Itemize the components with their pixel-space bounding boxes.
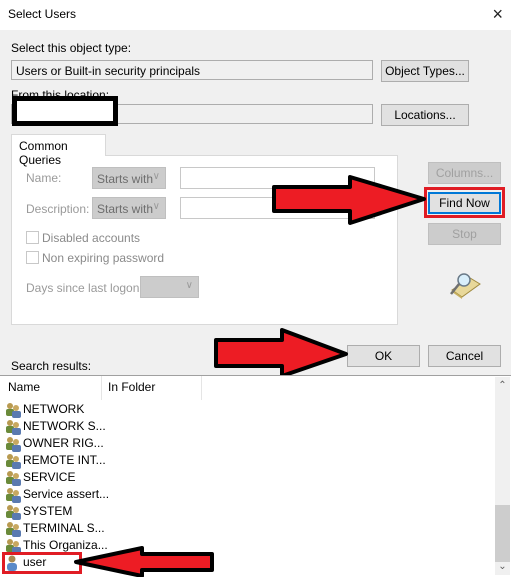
name-mode-value: Starts with <box>97 172 154 186</box>
scroll-down-icon[interactable]: ⌄ <box>495 558 510 575</box>
object-types-button[interactable]: Object Types... <box>381 60 469 82</box>
chevron-down-icon: ∨ <box>152 201 160 212</box>
cancel-button[interactable]: Cancel <box>428 345 501 367</box>
chevron-down-icon: ∨ <box>152 171 160 182</box>
group-icon <box>4 402 22 418</box>
window-title: Select Users <box>8 7 77 21</box>
annotation-arrow-ok <box>214 328 348 378</box>
list-item-name: SERVICE <box>23 470 76 484</box>
group-icon <box>4 470 22 486</box>
list-item[interactable]: NETWORK S... <box>4 418 106 435</box>
disabled-accounts-checkbox[interactable] <box>26 231 39 244</box>
find-now-highlight <box>424 187 505 218</box>
columns-button[interactable]: Columns... <box>428 162 501 184</box>
group-icon <box>4 453 22 469</box>
list-item-name: TERMINAL S... <box>23 521 105 535</box>
group-icon <box>4 487 22 503</box>
non-expiring-password-label: Non expiring password <box>42 251 165 265</box>
chevron-down-icon: ∨ <box>185 280 193 291</box>
object-type-field: Users or Built-in security principals <box>11 60 373 80</box>
description-mode-value: Starts with <box>97 202 154 216</box>
scroll-up-icon[interactable]: ⌃ <box>495 377 510 394</box>
annotation-arrow-user <box>74 546 214 577</box>
list-item[interactable]: Service assert... <box>4 486 109 503</box>
list-item[interactable]: SYSTEM <box>4 503 72 520</box>
ok-button[interactable]: OK <box>347 345 420 367</box>
list-item-name: REMOTE INT... <box>23 453 106 467</box>
description-mode-select[interactable]: Starts with ∨ <box>92 197 166 219</box>
disabled-accounts-label: Disabled accounts <box>42 231 141 245</box>
column-header-name[interactable]: Name <box>8 380 40 400</box>
user-row-highlight <box>2 552 82 574</box>
column-divider[interactable] <box>201 376 202 400</box>
list-item-name: NETWORK S... <box>23 419 106 433</box>
days-since-logon-select[interactable]: ∨ <box>140 276 199 298</box>
tab-common-queries[interactable]: Common Queries <box>11 134 106 167</box>
close-icon[interactable]: × <box>492 4 503 24</box>
days-since-logon-label: Days since last logon: <box>26 281 143 295</box>
results-scrollbar[interactable]: ⌃ ⌄ <box>495 377 510 575</box>
title-bar: Select Users × <box>0 0 511 30</box>
group-icon <box>4 521 22 537</box>
search-results-label: Search results: <box>11 359 92 373</box>
column-header-in-folder[interactable]: In Folder <box>108 380 155 400</box>
list-item-name: Service assert... <box>23 487 110 501</box>
annotation-arrow-find-now <box>272 175 426 225</box>
list-item[interactable]: TERMINAL S... <box>4 520 105 537</box>
redaction-box <box>12 96 118 126</box>
list-item-name: OWNER RIG... <box>23 436 104 450</box>
list-item-name: NETWORK <box>23 402 85 416</box>
list-item[interactable]: NETWORK <box>4 401 84 418</box>
name-label: Name: <box>26 171 62 185</box>
group-icon <box>4 419 22 435</box>
locations-button[interactable]: Locations... <box>381 104 469 126</box>
list-item[interactable]: SERVICE <box>4 469 75 486</box>
list-item[interactable]: OWNER RIG... <box>4 435 104 452</box>
object-type-label: Select this object type: <box>11 41 132 55</box>
scroll-thumb[interactable] <box>495 505 510 562</box>
non-expiring-password-checkbox[interactable] <box>26 251 39 264</box>
stop-button[interactable]: Stop <box>428 223 501 245</box>
search-magnifier-icon <box>450 273 481 299</box>
group-icon <box>4 436 22 452</box>
column-divider[interactable] <box>101 376 102 400</box>
list-item-name: SYSTEM <box>23 504 73 518</box>
group-icon <box>4 504 22 520</box>
description-label: Description: <box>26 202 90 216</box>
list-item[interactable]: REMOTE INT... <box>4 452 106 469</box>
name-mode-select[interactable]: Starts with ∨ <box>92 167 166 189</box>
